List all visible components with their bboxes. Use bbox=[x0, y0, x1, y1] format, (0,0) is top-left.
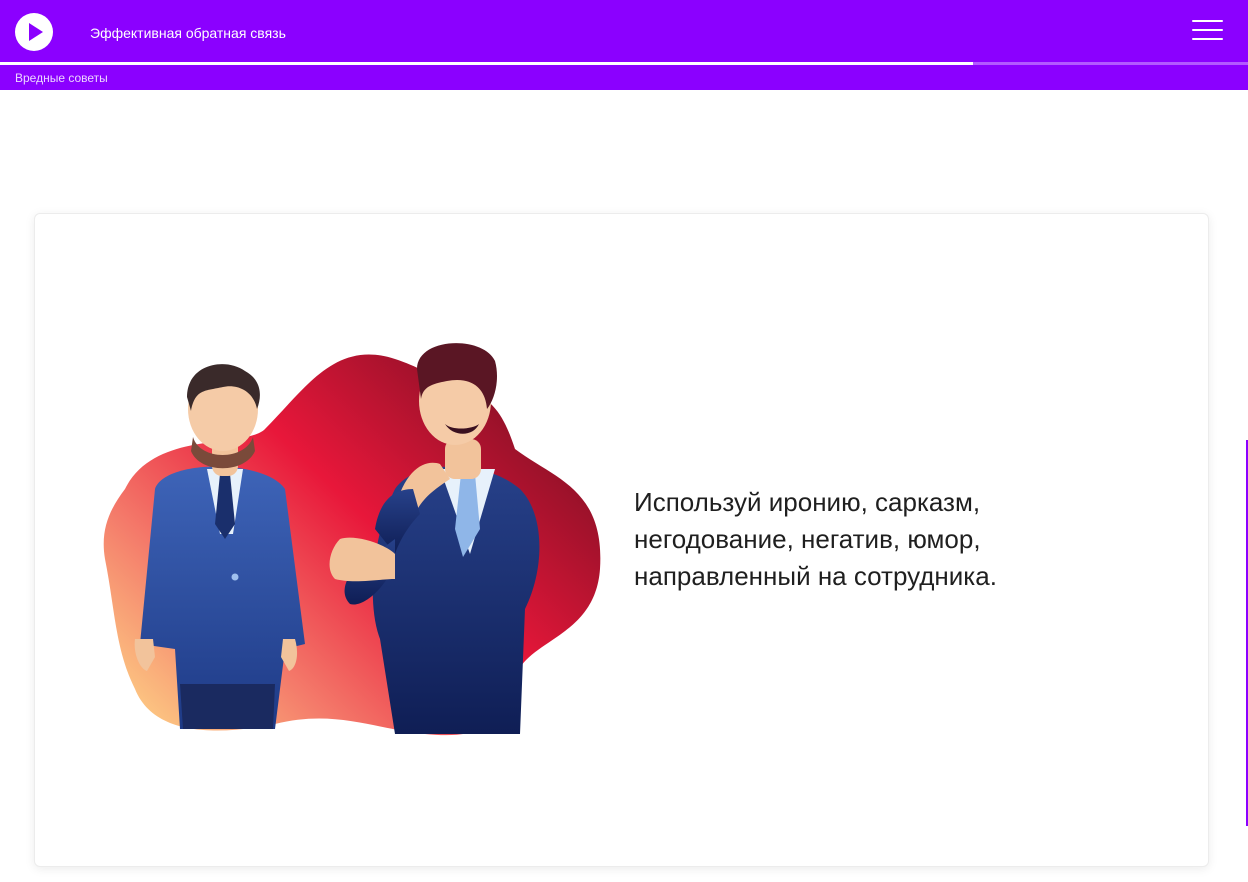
two-businessmen-illustration bbox=[103, 343, 601, 736]
progress-fill bbox=[0, 62, 974, 65]
slide-card: Используй иронию, сарказм, негодование, … bbox=[34, 213, 1209, 867]
slide-text: Используй иронию, сарказм, негодование, … bbox=[634, 487, 997, 591]
section-label: Вредные советы bbox=[15, 71, 108, 85]
course-title: Эффективная обратная связь bbox=[90, 25, 286, 41]
hamburger-menu-icon bbox=[1192, 20, 1223, 22]
play-icon bbox=[29, 23, 43, 41]
progress-bar bbox=[0, 62, 1248, 65]
play-button[interactable] bbox=[15, 13, 53, 51]
menu-button[interactable] bbox=[1190, 18, 1226, 44]
top-bar: Эффективная обратная связь Вредные совет… bbox=[0, 0, 1248, 90]
